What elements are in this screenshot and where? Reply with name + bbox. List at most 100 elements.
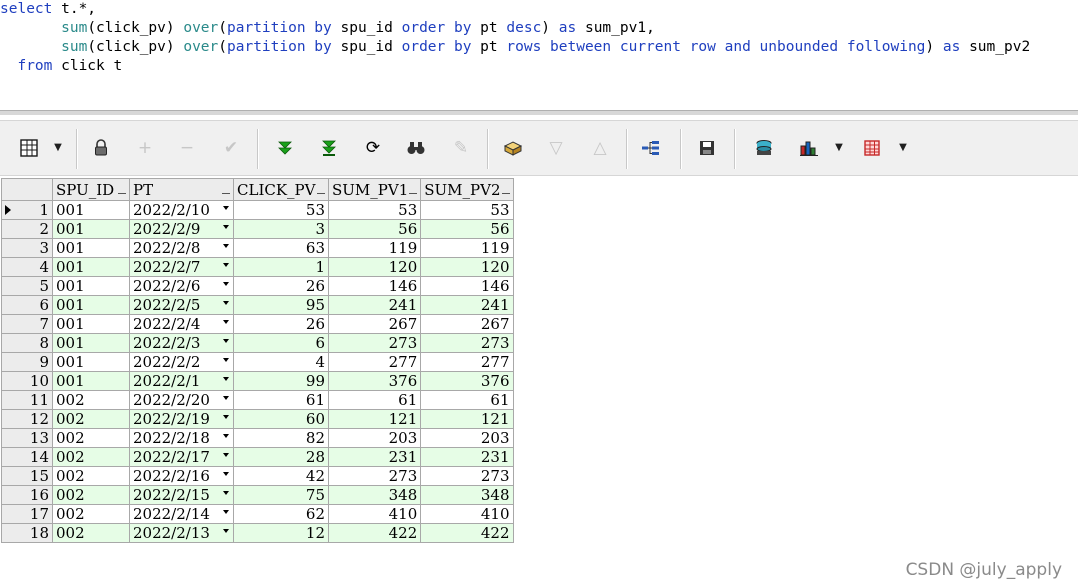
cell-pt[interactable]: 2022/2/13: [129, 523, 234, 543]
cell-sum-pv1[interactable]: 273: [327, 333, 422, 353]
cell-spu-id[interactable]: 001: [52, 333, 130, 353]
table-row[interactable]: 4 001 2022/2/7 1 120 120: [1, 257, 514, 277]
row-number-cell[interactable]: 4: [1, 257, 53, 277]
cell-pt[interactable]: 2022/2/1: [129, 371, 234, 391]
cell-sum-pv1[interactable]: 376: [327, 371, 422, 391]
cell-pt[interactable]: 2022/2/14: [129, 504, 234, 524]
cell-spu-id[interactable]: 002: [52, 447, 130, 467]
cell-pt[interactable]: 2022/2/20: [129, 390, 234, 410]
date-dropdown-icon[interactable]: [223, 206, 229, 210]
cell-spu-id[interactable]: 001: [52, 276, 130, 296]
cell-click-pv[interactable]: 53: [233, 200, 329, 220]
explain-plan-icon[interactable]: [634, 131, 668, 165]
corner-cell[interactable]: [1, 178, 53, 201]
table-row[interactable]: 6 001 2022/2/5 95 241 241: [1, 295, 514, 315]
date-dropdown-icon[interactable]: [223, 282, 229, 286]
cell-spu-id[interactable]: 002: [52, 428, 130, 448]
column-header-spu-id[interactable]: SPU_ID: [52, 178, 130, 201]
cell-sum-pv1[interactable]: 120: [327, 257, 422, 277]
splitter[interactable]: [0, 110, 1078, 116]
table-row[interactable]: 2 001 2022/2/9 3 56 56: [1, 219, 514, 239]
row-number-cell[interactable]: 11: [1, 390, 53, 410]
column-header-pt[interactable]: PT: [129, 178, 234, 201]
row-number-cell[interactable]: 12: [1, 409, 53, 429]
table-row[interactable]: 16 002 2022/2/15 75 348 348: [1, 485, 514, 505]
cell-pt[interactable]: 2022/2/17: [129, 447, 234, 467]
table-row[interactable]: 8 001 2022/2/3 6 273 273: [1, 333, 514, 353]
cell-sum-pv1[interactable]: 61: [327, 390, 422, 410]
table-row[interactable]: 1 001 2022/2/10 53 53 53: [1, 200, 514, 220]
row-number-cell[interactable]: 9: [1, 352, 53, 372]
table-dropdown-arrow-icon[interactable]: ▼: [895, 131, 911, 165]
cell-sum-pv2[interactable]: 241: [420, 295, 514, 315]
chart-dropdown-arrow-icon[interactable]: ▼: [831, 131, 847, 165]
cell-pt[interactable]: 2022/2/4: [129, 314, 234, 334]
row-number-cell[interactable]: 18: [1, 523, 53, 543]
cell-sum-pv1[interactable]: 348: [327, 485, 422, 505]
table-row[interactable]: 3 001 2022/2/8 63 119 119: [1, 238, 514, 258]
cell-spu-id[interactable]: 002: [52, 523, 130, 543]
cell-sum-pv2[interactable]: 56: [420, 219, 514, 239]
fetch-next-page-icon[interactable]: [268, 131, 302, 165]
date-dropdown-icon[interactable]: [223, 396, 229, 400]
cell-sum-pv1[interactable]: 241: [327, 295, 422, 315]
cell-click-pv[interactable]: 4: [233, 352, 329, 372]
table-row[interactable]: 17 002 2022/2/14 62 410 410: [1, 504, 514, 524]
cell-pt[interactable]: 2022/2/2: [129, 352, 234, 372]
cell-sum-pv1[interactable]: 119: [327, 238, 422, 258]
date-dropdown-icon[interactable]: [223, 529, 229, 533]
cell-pt[interactable]: 2022/2/7: [129, 257, 234, 277]
cell-pt[interactable]: 2022/2/19: [129, 409, 234, 429]
cell-click-pv[interactable]: 28: [233, 447, 329, 467]
cell-spu-id[interactable]: 002: [52, 485, 130, 505]
table-row[interactable]: 5 001 2022/2/6 26 146 146: [1, 276, 514, 296]
cell-pt[interactable]: 2022/2/15: [129, 485, 234, 505]
cell-pt[interactable]: 2022/2/5: [129, 295, 234, 315]
date-dropdown-icon[interactable]: [223, 510, 229, 514]
date-dropdown-icon[interactable]: [223, 301, 229, 305]
cell-sum-pv1[interactable]: 56: [327, 219, 422, 239]
table-row[interactable]: 11 002 2022/2/20 61 61 61: [1, 390, 514, 410]
table-row[interactable]: 18 002 2022/2/13 12 422 422: [1, 523, 514, 543]
cell-sum-pv1[interactable]: 203: [327, 428, 422, 448]
date-dropdown-icon[interactable]: [223, 434, 229, 438]
cell-spu-id[interactable]: 002: [52, 390, 130, 410]
cell-click-pv[interactable]: 63: [233, 238, 329, 258]
add-record-icon[interactable]: +: [128, 131, 162, 165]
sql-editor[interactable]: select t.*, sum(click_pv) over(partition…: [0, 0, 1078, 110]
row-number-cell[interactable]: 2: [1, 219, 53, 239]
cell-sum-pv2[interactable]: 61: [420, 390, 514, 410]
date-dropdown-icon[interactable]: [223, 225, 229, 229]
table-row[interactable]: 12 002 2022/2/19 60 121 121: [1, 409, 514, 429]
cell-sum-pv1[interactable]: 410: [327, 504, 422, 524]
cell-sum-pv2[interactable]: 277: [420, 352, 514, 372]
fetch-last-page-icon[interactable]: [312, 131, 346, 165]
cell-sum-pv2[interactable]: 267: [420, 314, 514, 334]
date-dropdown-icon[interactable]: [223, 472, 229, 476]
cell-sum-pv2[interactable]: 376: [420, 371, 514, 391]
cell-sum-pv2[interactable]: 273: [420, 333, 514, 353]
cell-click-pv[interactable]: 75: [233, 485, 329, 505]
cell-sum-pv2[interactable]: 119: [420, 238, 514, 258]
cell-spu-id[interactable]: 001: [52, 314, 130, 334]
cell-pt[interactable]: 2022/2/6: [129, 276, 234, 296]
cell-pt[interactable]: 2022/2/18: [129, 428, 234, 448]
cell-pt[interactable]: 2022/2/9: [129, 219, 234, 239]
cell-sum-pv1[interactable]: 121: [327, 409, 422, 429]
row-number-cell[interactable]: 13: [1, 428, 53, 448]
date-dropdown-icon[interactable]: [223, 453, 229, 457]
clear-icon[interactable]: ✎: [444, 131, 478, 165]
row-number-cell[interactable]: 8: [1, 333, 53, 353]
cell-sum-pv2[interactable]: 410: [420, 504, 514, 524]
date-dropdown-icon[interactable]: [223, 377, 229, 381]
row-number-cell[interactable]: 15: [1, 466, 53, 486]
cell-sum-pv1[interactable]: 53: [327, 200, 422, 220]
cell-spu-id[interactable]: 001: [52, 200, 130, 220]
cell-sum-pv2[interactable]: 273: [420, 466, 514, 486]
sort-icon[interactable]: △: [583, 131, 617, 165]
cell-sum-pv1[interactable]: 146: [327, 276, 422, 296]
cell-spu-id[interactable]: 002: [52, 409, 130, 429]
table-row[interactable]: 7 001 2022/2/4 26 267 267: [1, 314, 514, 334]
cell-click-pv[interactable]: 1: [233, 257, 329, 277]
table-row[interactable]: 14 002 2022/2/17 28 231 231: [1, 447, 514, 467]
